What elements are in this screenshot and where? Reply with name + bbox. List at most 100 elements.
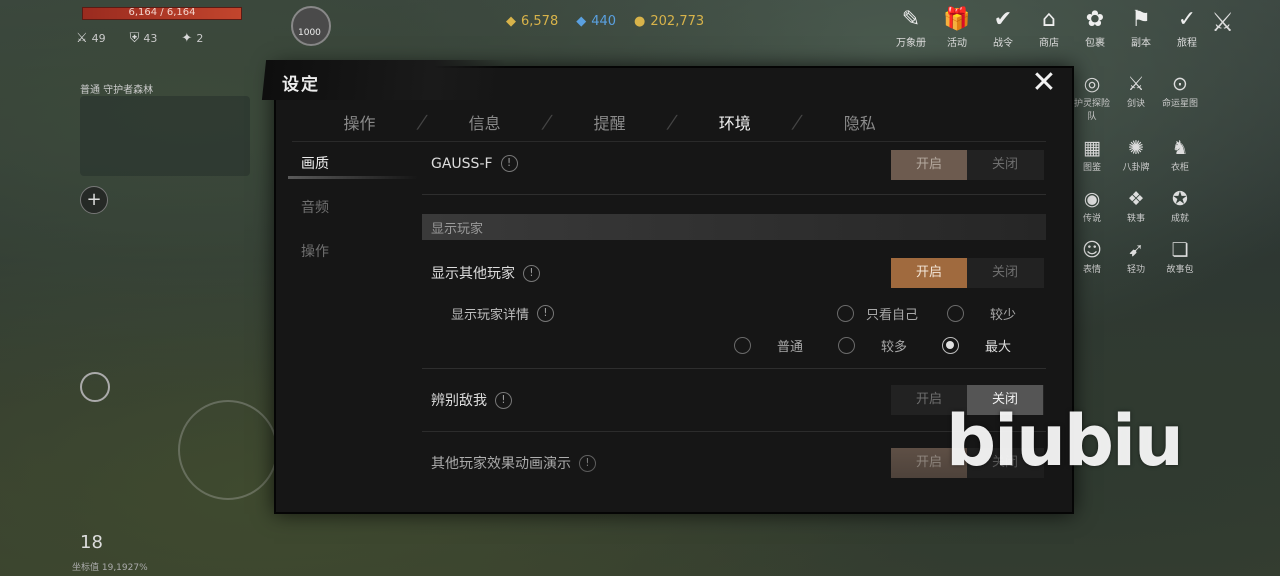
stat-attack: ⚔ 49 (76, 31, 106, 46)
currency-value: 440 (591, 14, 617, 29)
stat-value: 49 (91, 32, 106, 45)
radio-normal[interactable]: 普通 (734, 336, 820, 355)
side-label: 成就 (1170, 214, 1189, 224)
bag-icon: ✿ (1085, 7, 1105, 32)
info-icon[interactable]: ! (537, 305, 555, 322)
sidenav-item-audio[interactable]: 音频 (288, 194, 418, 238)
watermark-logo: biubiu (946, 400, 1184, 482)
lightfoot-icon: ➹ (1128, 239, 1144, 261)
top-menu: ✎ 万象册 🎁 活动 ✔ 战令 ⌂ 商店 ✿ 包裹 ⚑ 副本 ✓ 旅程 (890, 6, 1208, 49)
emote-icon: ☺ (1082, 239, 1102, 261)
side-menu: ◎ 护灵探险队 ⚔ 剑诀 ⊙ 命运星图 ▦ 图鉴 ✺ 八卦牌 ♞ 衣柜 ◉ 传说 ❖ 轶事 ✪ 成… (1070, 72, 1202, 275)
avatar[interactable] (291, 6, 331, 46)
book-icon: ✎ (901, 7, 921, 32)
movement-joystick[interactable] (178, 400, 278, 500)
menu-label: 战令 (993, 38, 1013, 49)
side-label: 传说 (1082, 214, 1101, 224)
toggle-off-option[interactable]: 关闭 (967, 150, 1043, 180)
achievement-icon: ✪ (1172, 188, 1188, 210)
minimap[interactable] (80, 96, 250, 176)
toggle-on-option[interactable]: 开启 (891, 258, 967, 288)
radio-label: 较少 (990, 308, 1017, 323)
menu-label: 包裹 (1085, 38, 1105, 49)
row-divider (422, 194, 1046, 195)
radio-self-only[interactable]: 只看自己 (837, 304, 929, 323)
side-item[interactable]: ❏ 故事包 (1158, 238, 1202, 275)
hp-bar: 6,164 / 6,164 (82, 7, 242, 20)
wardrobe-icon: ♞ (1171, 137, 1189, 159)
tab-operation[interactable]: 操作 (300, 110, 419, 134)
map-plus-button[interactable]: + (80, 186, 108, 214)
setting-label-text: 辨别敌我 (431, 393, 487, 409)
menu-journey[interactable]: ✓ 旅程 (1166, 6, 1208, 49)
stat-value: 43 (143, 32, 158, 45)
menu-wanxiangce[interactable]: ✎ 万象册 (890, 6, 932, 49)
section-header-show-players: 显示玩家 (422, 214, 1046, 240)
side-item[interactable]: ◉ 传说 (1070, 187, 1114, 224)
stat-value: 2 (196, 32, 204, 45)
stat-defense: ⛨ 43 (130, 31, 158, 46)
sidenav-item-controls[interactable]: 操作 (288, 238, 418, 282)
crossed-swords-icon[interactable]: ⚔ (1211, 8, 1234, 38)
side-item[interactable]: ◎ 护灵探险队 (1070, 72, 1114, 122)
info-icon[interactable]: ! (495, 391, 512, 409)
skill-icon[interactable] (80, 372, 110, 402)
menu-battle-pass[interactable]: ✔ 战令 (982, 6, 1024, 49)
info-icon[interactable]: ! (579, 454, 596, 472)
side-item[interactable]: ➹ 轻功 (1114, 238, 1158, 275)
radio-label: 普通 (777, 340, 804, 355)
minimap-label: 普通 守护者森林 (80, 85, 154, 96)
show-others-toggle: 开启 关闭 (891, 258, 1044, 288)
side-item[interactable]: ✪ 成就 (1158, 187, 1202, 224)
dialog-title: 设定 (282, 75, 320, 95)
menu-label: 商店 (1039, 38, 1059, 49)
radio-max[interactable]: 最大 (942, 336, 1011, 355)
detail-radio-row-2: 普通 较多 最大 (734, 336, 1011, 355)
side-label: 轻功 (1126, 265, 1145, 275)
close-button[interactable]: ✕ (1028, 68, 1060, 100)
toggle-on-option[interactable]: 开启 (891, 150, 967, 180)
radio-label: 最大 (985, 340, 1012, 355)
menu-dungeon[interactable]: ⚑ 副本 (1120, 6, 1162, 49)
menu-label: 旅程 (1177, 38, 1197, 49)
side-label: 护灵探险队 (1073, 99, 1110, 122)
side-item[interactable]: ☺ 表情 (1070, 238, 1114, 275)
side-item[interactable]: ❖ 轶事 (1114, 187, 1158, 224)
stat-row: ⚔ 49 ⛨ 43 ✦ 2 (76, 31, 203, 46)
currency-blue: ◆ 440 (576, 14, 616, 29)
tab-reminder[interactable]: 提醒 (550, 110, 669, 134)
radio-dot-selected (942, 337, 959, 354)
tab-environment[interactable]: 环境 (675, 110, 794, 134)
diamond-icon: ◆ (506, 14, 516, 29)
menu-label: 活动 (947, 38, 967, 49)
target-icon: ◎ (1083, 73, 1101, 95)
menu-activity[interactable]: 🎁 活动 (936, 6, 978, 49)
tab-privacy[interactable]: 隐私 (800, 110, 919, 134)
side-item[interactable]: ♞ 衣柜 (1158, 136, 1202, 173)
sword-icon: ⚔ (1127, 73, 1145, 95)
menu-shop[interactable]: ⌂ 商店 (1028, 6, 1070, 49)
side-label: 故事包 (1166, 265, 1194, 275)
side-item[interactable]: ⊙ 命运星图 (1158, 72, 1202, 122)
radio-less[interactable]: 较少 (947, 304, 1016, 323)
row-divider (422, 368, 1046, 369)
flag-icon: ⚑ (1131, 7, 1151, 32)
gauss-toggle: 开启 关闭 (891, 150, 1044, 180)
side-item[interactable]: ▦ 图鉴 (1070, 136, 1114, 173)
tab-info[interactable]: 信息 (425, 110, 544, 134)
info-icon[interactable]: ! (500, 155, 518, 172)
sidenav-item-graphics[interactable]: 画质 (288, 150, 418, 194)
shield-icon: ⛨ (129, 31, 140, 46)
radio-label: 只看自己 (866, 308, 919, 323)
side-item[interactable]: ✺ 八卦牌 (1114, 136, 1158, 173)
info-icon[interactable]: ! (523, 264, 540, 282)
gift-icon: 🎁 (943, 7, 971, 32)
settings-sidenav: 画质 音频 操作 (288, 150, 418, 282)
stat-extra: ✦ 2 (181, 31, 203, 46)
menu-bag[interactable]: ✿ 包裹 (1074, 6, 1116, 49)
star-icon: ✦ (181, 31, 193, 46)
detail-radio-row-1: 只看自己 较少 (837, 304, 1016, 323)
radio-more[interactable]: 较多 (838, 336, 924, 355)
side-item[interactable]: ⚔ 剑诀 (1114, 72, 1158, 122)
toggle-off-option[interactable]: 关闭 (967, 258, 1043, 288)
